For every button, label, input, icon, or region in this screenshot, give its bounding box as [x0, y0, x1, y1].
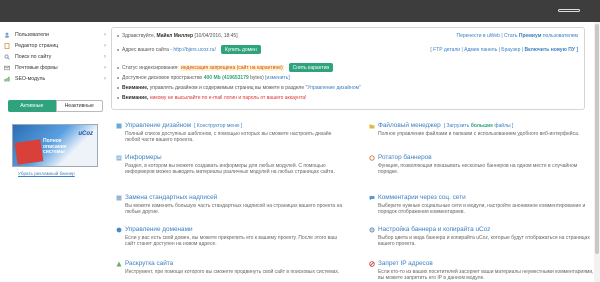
- design-attention-row: Внимание, управлять дизайном и содержимы…: [117, 85, 361, 91]
- user-name: Майкл Миллер: [156, 33, 194, 39]
- scrollbar-thumb[interactable]: [595, 24, 599, 254]
- menu-builder-link[interactable]: [ Конструктор меню ]: [194, 123, 242, 129]
- chevron-right-icon: ›: [104, 75, 106, 82]
- chevron-right-icon: ›: [104, 53, 106, 60]
- folder-icon: [369, 123, 375, 129]
- indexing-status-value: индексация запрещена (сайт на карантине): [179, 64, 284, 71]
- account-links-row: Перенести в uWeb | Стать Премиум пользов…: [456, 33, 578, 39]
- sidebar-item-label: Поиск по сайту: [15, 53, 52, 60]
- indexing-status-row: Статус индексирования: индексация запрещ…: [117, 63, 334, 72]
- account-notice-panel: Здравствуйте, Майкл Миллер [10/04/2016, …: [111, 27, 585, 110]
- promo-icon: [116, 261, 122, 267]
- feature-design: Управление дизайном[ Конструктор меню ] …: [116, 122, 344, 143]
- comments-icon: [369, 195, 375, 201]
- ban-icon: [369, 260, 375, 267]
- feature-replace-labels: Замена стандартных надписей Вы можете из…: [116, 194, 344, 215]
- feature-domains: Управление доменами Если у вас есть свой…: [116, 226, 344, 247]
- design-icon: [116, 123, 122, 129]
- design-management-link[interactable]: "Управление дизайном": [306, 85, 361, 91]
- banner-text: Полное описание системы: [43, 138, 67, 156]
- feature-title-link[interactable]: Настройка баннера и копирайта uCoz: [378, 226, 490, 233]
- enable-new-cp-link[interactable]: Включить новую ПУ ]: [524, 47, 578, 53]
- mail-icon: [4, 65, 10, 71]
- tab-inactive[interactable]: Неактивные: [55, 100, 103, 112]
- domain-icon: [116, 227, 122, 233]
- feature-title-link[interactable]: Запрет IP адресов: [378, 260, 433, 267]
- feature-title-link[interactable]: Файловый менеджер: [378, 122, 441, 129]
- feature-banner-rotator: Ротатор баннеров Функция, позволяющая по…: [369, 154, 597, 175]
- sidebar-item-page-editor[interactable]: Редактор страниц ›: [4, 40, 106, 51]
- login-time: [10/04/2016, 18:45]: [194, 33, 238, 39]
- sidebar-item-label: Пользователи: [15, 31, 49, 38]
- sidebar-item-label: Редактор страниц: [15, 42, 59, 49]
- feature-title-link[interactable]: Управление доменами: [125, 226, 193, 233]
- site-address-row: Адрес вашего сайта - http://bjers.ucoz.r…: [117, 45, 261, 54]
- replace-icon: [116, 195, 122, 201]
- topbar-logo-icon[interactable]: [558, 9, 580, 12]
- feature-title-link[interactable]: Управление дизайном: [125, 122, 191, 129]
- rotator-icon: [369, 154, 375, 161]
- search-icon: [4, 53, 10, 60]
- pages-icon: [4, 42, 10, 49]
- tab-active[interactable]: Активные: [8, 100, 56, 112]
- password-warning-row: Внимание, никому не высылайте по e-mail …: [117, 95, 306, 101]
- users-icon: [4, 32, 10, 38]
- sidebar-item-seo[interactable]: SEO-модуль ›: [4, 73, 106, 84]
- feature-promotion: Раскрутка сайта Инструмент, при помощи к…: [116, 260, 344, 275]
- informer-icon: [116, 155, 122, 161]
- chevron-right-icon: ›: [104, 64, 106, 71]
- admin-panel-link[interactable]: Админ панель: [464, 47, 497, 53]
- sidebar: Пользователи › Редактор страниц › Поиск …: [4, 29, 106, 84]
- browser-link[interactable]: Браузер: [501, 47, 520, 53]
- greeting-row: Здравствуйте, Майкл Миллер [10/04/2016, …: [117, 33, 238, 39]
- banner-brand: uCoz: [78, 131, 93, 137]
- disk-space-row: Доступное дисковое пространство 400 Mb (…: [117, 75, 290, 81]
- feature-banner-copyright: Настройка баннера и копирайта uCoz Выбор…: [369, 226, 597, 247]
- feature-ip-ban: Запрет IP адресов Если кто-то из ваших п…: [369, 260, 597, 281]
- top-bar: [0, 0, 600, 22]
- feature-title-link[interactable]: Замена стандартных надписей: [125, 194, 217, 201]
- banner-book-image: [14, 139, 44, 165]
- remove-banner-link[interactable]: Убрать рекламный баннер: [18, 171, 75, 176]
- ftp-details-link[interactable]: [ FTP детали: [430, 47, 460, 53]
- sidebar-item-label: SEO-модуль: [15, 75, 46, 82]
- ad-banner[interactable]: uCoz Полное описание системы: [12, 124, 98, 167]
- sidebar-item-label: Почтовые формы: [15, 64, 58, 71]
- feature-title-link[interactable]: Информеры: [125, 154, 162, 161]
- sidebar-item-site-search[interactable]: Поиск по сайту ›: [4, 51, 106, 62]
- feature-informers: Информеры Раздел, в котором вы можете со…: [116, 154, 344, 175]
- sidebar-item-mail-forms[interactable]: Почтовые формы ›: [4, 62, 106, 73]
- move-to-uweb-link[interactable]: Перенести в uWeb: [456, 33, 499, 39]
- feature-title-link[interactable]: Раскрутка сайта: [125, 260, 173, 267]
- remove-quarantine-button[interactable]: Снять карантин: [288, 63, 334, 72]
- feature-file-manager: Файловый менеджер[ Загрузить большие фай…: [369, 122, 597, 137]
- settings-icon: [369, 227, 375, 233]
- buy-domain-button[interactable]: Купить домен: [220, 45, 261, 54]
- admin-links-row: [ FTP детали | Админ панель | Браузер | …: [430, 47, 578, 53]
- become-premium-link[interactable]: Стать Премиум пользователем: [504, 33, 578, 39]
- page-scrollbar[interactable]: [594, 22, 600, 282]
- feature-social-comments: Комментарии через соц. сети Выберите нуж…: [369, 194, 597, 215]
- upload-large-files-link[interactable]: [ Загрузить большие файлы ]: [444, 123, 514, 129]
- seo-icon: [4, 76, 10, 82]
- feature-title-link[interactable]: Комментарии через соц. сети: [378, 194, 466, 201]
- change-disk-link[interactable]: [изменить]: [265, 75, 290, 81]
- site-url-link[interactable]: http://bjers.ucoz.ru/: [173, 47, 216, 53]
- chevron-right-icon: ›: [104, 42, 106, 49]
- module-tabs: Активные Неактивные: [8, 100, 103, 112]
- sidebar-item-users[interactable]: Пользователи ›: [4, 29, 106, 40]
- feature-title-link[interactable]: Ротатор баннеров: [378, 154, 432, 161]
- disk-space-value: 400 Mb: [203, 75, 221, 81]
- chevron-right-icon: ›: [104, 31, 106, 38]
